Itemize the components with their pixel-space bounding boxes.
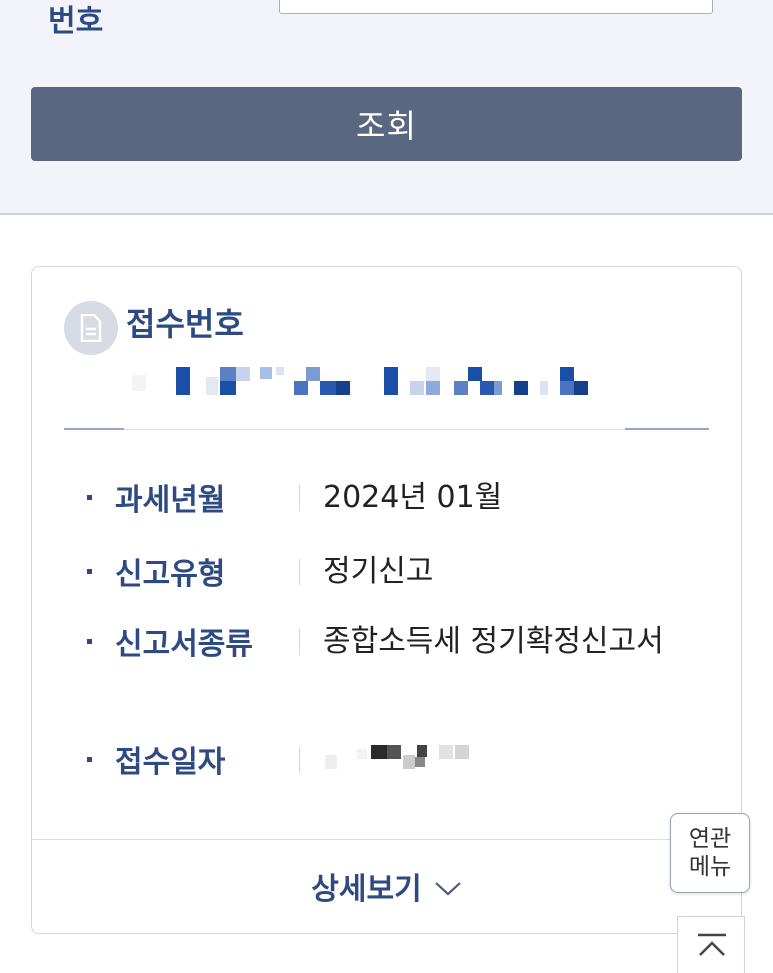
row-label: 접수일자 xyxy=(115,745,226,780)
result-card: 접수번호 과세년월 2024년 01월 신고유형 정기신고 신고서종류 종합소득… xyxy=(31,266,742,934)
search-section: 번호 조회 xyxy=(0,0,773,215)
bullet xyxy=(87,639,92,644)
chevron-up-icon xyxy=(698,933,726,956)
bullet xyxy=(87,495,92,500)
related-menu-line1: 연관 xyxy=(688,826,732,852)
receipt-date-masked xyxy=(323,745,493,775)
row-value: 종합소득세 정기확정신고서 xyxy=(323,624,664,659)
detail-button-label: 상세보기 xyxy=(311,872,422,907)
receipt-number-input[interactable] xyxy=(279,0,713,14)
related-menu-line2: 메뉴 xyxy=(688,854,732,880)
row-label: 신고유형 xyxy=(115,557,226,592)
chevron-down-icon xyxy=(434,882,461,896)
row-value: 정기신고 xyxy=(323,554,434,589)
row-label: 과세년월 xyxy=(115,483,226,518)
detail-view-button[interactable]: 상세보기 xyxy=(32,840,741,932)
row-value: 2024년 01월 xyxy=(323,480,503,515)
document-icon xyxy=(64,301,118,355)
search-button[interactable]: 조회 xyxy=(31,87,742,161)
scroll-to-top-button[interactable] xyxy=(677,916,745,973)
row-label: 신고서종류 xyxy=(115,627,253,662)
bullet xyxy=(87,757,92,762)
receipt-number-title: 접수번호 xyxy=(126,305,244,343)
receipt-number-masked xyxy=(130,367,600,399)
field-label: 번호 xyxy=(48,4,104,39)
card-divider xyxy=(64,428,709,430)
related-menu-button[interactable]: 연관 메뉴 xyxy=(670,813,750,893)
bullet xyxy=(87,569,92,574)
